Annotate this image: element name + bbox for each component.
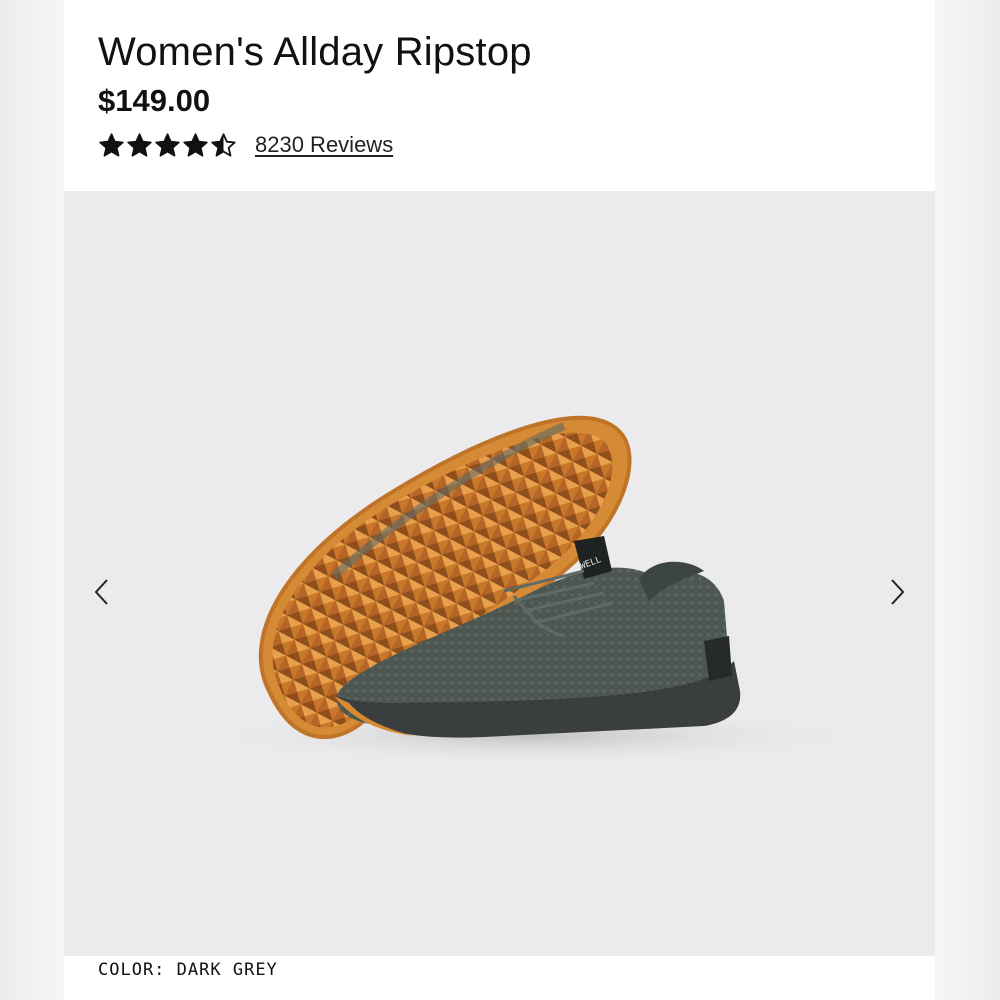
shoe-product-photo: WELL: [194, 415, 874, 766]
star-full-icon: [155, 132, 180, 157]
color-label: COLOR:: [98, 960, 166, 980]
color-selection: COLOR: DARK GREY: [98, 960, 278, 980]
star-full-icon: [183, 132, 208, 157]
product-title: Women's Allday Ripstop: [98, 30, 532, 74]
product-header: Women's Allday Ripstop $149.00 8230 Revi…: [98, 28, 935, 160]
color-value: DARK GREY: [176, 960, 278, 980]
product-gallery: WELL: [64, 191, 935, 956]
chevron-left-icon: [94, 579, 108, 605]
chevron-right-icon: [891, 579, 905, 605]
product-price: $149.00: [98, 83, 211, 118]
next-image-button[interactable]: [881, 577, 911, 607]
previous-image-button[interactable]: [88, 577, 118, 607]
star-half-icon: [211, 132, 236, 157]
product-page: Women's Allday Ripstop $149.00 8230 Revi…: [64, 0, 935, 1000]
rating-row: 8230 Reviews: [98, 130, 935, 160]
star-full-icon: [99, 132, 124, 157]
reviews-link[interactable]: 8230 Reviews: [255, 132, 393, 158]
star-rating: [98, 132, 237, 159]
star-full-icon: [127, 132, 152, 157]
